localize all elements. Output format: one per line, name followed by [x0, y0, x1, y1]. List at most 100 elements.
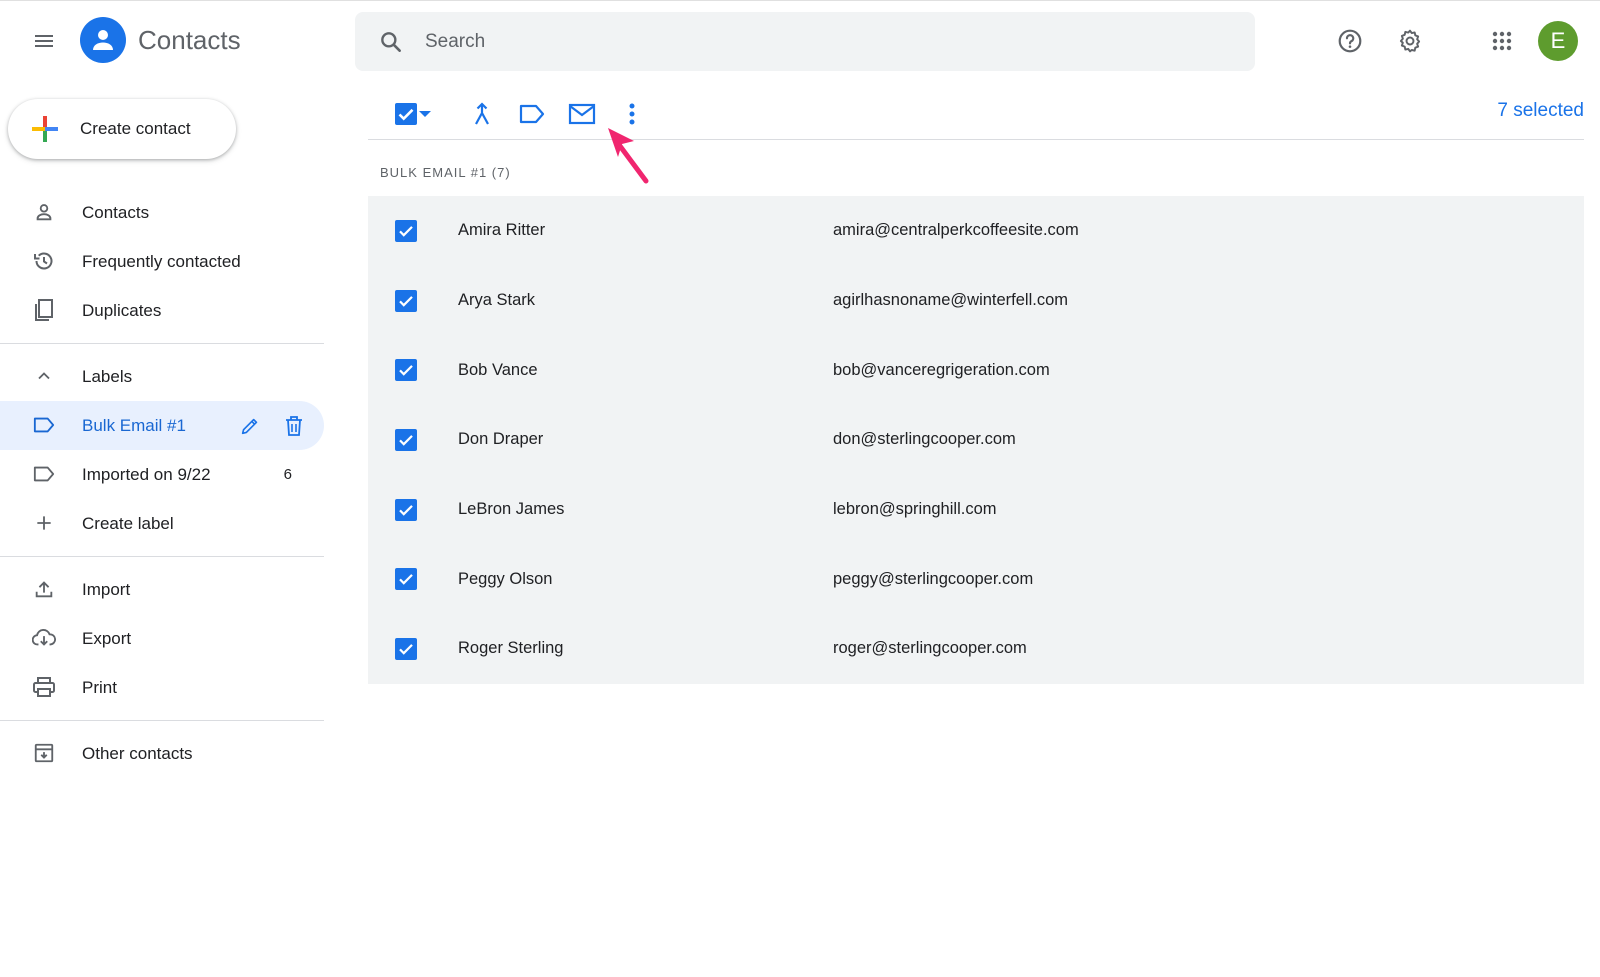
- sidebar-item-export[interactable]: Export: [0, 614, 324, 663]
- manage-labels-button[interactable]: [514, 96, 550, 132]
- more-vert-icon: [629, 103, 635, 125]
- sidebar-item-label: Print: [82, 677, 117, 697]
- contact-email: don@sterlingcooper.com: [833, 430, 1016, 449]
- labels-section-toggle[interactable]: Labels: [0, 352, 324, 401]
- search-input[interactable]: [425, 30, 1185, 53]
- label-actions: [236, 412, 308, 440]
- top-bar: Contacts E: [0, 0, 1600, 80]
- app-brand[interactable]: Contacts: [80, 17, 241, 63]
- row-checkbox[interactable]: [395, 219, 417, 242]
- colorful-plus-icon: [30, 114, 60, 144]
- pencil-icon: [241, 418, 258, 434]
- search-bar[interactable]: [355, 12, 1255, 71]
- sidebar-item-import[interactable]: Import: [0, 565, 324, 614]
- delete-label-button[interactable]: [280, 412, 308, 440]
- sidebar-item-bulk-email-1[interactable]: Bulk Email #1: [0, 401, 324, 450]
- contact-list: Amira Ritter amira@centralperkcoffeesite…: [368, 196, 1584, 684]
- history-icon: [32, 249, 56, 273]
- sidebar-item-create-label[interactable]: Create label: [0, 499, 324, 548]
- settings-button[interactable]: [1390, 21, 1430, 61]
- search-icon[interactable]: [377, 28, 405, 56]
- selected-count: 7 selected: [1497, 100, 1584, 121]
- contact-email: bob@vanceregrigeration.com: [833, 360, 1050, 379]
- labels-header: Labels: [82, 366, 133, 386]
- row-checkbox[interactable]: [395, 568, 417, 591]
- row-checkbox[interactable]: [395, 637, 417, 660]
- sidebar-item-label: Import: [82, 579, 131, 599]
- select-options-dropdown[interactable]: [412, 96, 438, 132]
- menu-icon: [35, 35, 53, 47]
- contact-name: Amira Ritter: [458, 221, 546, 240]
- row-checkbox[interactable]: [395, 498, 417, 521]
- sidebar-item-label: Contacts: [82, 202, 150, 222]
- table-row[interactable]: Amira Ritter amira@centralperkcoffeesite…: [368, 196, 1584, 266]
- merge-button[interactable]: [464, 96, 500, 132]
- sidebar-item-contacts[interactable]: Contacts: [0, 188, 324, 237]
- row-checkbox[interactable]: [395, 428, 417, 451]
- send-email-button[interactable]: [564, 96, 600, 132]
- selection-toolbar: 7 selected: [368, 88, 1584, 140]
- cloud-download-icon: [32, 626, 56, 650]
- create-contact-label: Create contact: [80, 119, 191, 138]
- sidebar-divider: [0, 343, 324, 344]
- edit-label-button[interactable]: [236, 412, 264, 440]
- account-avatar[interactable]: E: [1538, 21, 1578, 61]
- row-checkbox[interactable]: [395, 359, 417, 382]
- apps-grid-icon: [1492, 31, 1512, 51]
- archive-icon: [32, 741, 56, 765]
- annotation-arrow-icon: [608, 128, 649, 184]
- contact-name: Roger Sterling: [458, 639, 564, 658]
- sidebar-item-label: Create label: [82, 513, 174, 533]
- label-icon: [32, 462, 56, 486]
- contact-email: lebron@springhill.com: [833, 500, 997, 519]
- sidebar-item-frequently-contacted[interactable]: Frequently contacted: [0, 237, 324, 286]
- app-title: Contacts: [138, 24, 241, 55]
- sidebar-item-label: Duplicates: [82, 300, 162, 320]
- sidebar-item-label: Bulk Email #1: [82, 415, 186, 435]
- plus-icon: [32, 511, 56, 535]
- checkmark-icon: [399, 225, 413, 237]
- table-row[interactable]: Don Draper don@sterlingcooper.com: [368, 405, 1584, 475]
- checkmark-icon: [399, 574, 413, 585]
- contact-name: Don Draper: [458, 430, 544, 449]
- main-menu-button[interactable]: [24, 21, 64, 61]
- sidebar-divider: [0, 556, 324, 557]
- label-count: 6: [283, 466, 292, 483]
- print-icon: [32, 675, 56, 699]
- sidebar-item-label: Other contacts: [82, 743, 193, 763]
- contact-name: Arya Stark: [458, 291, 536, 310]
- contact-email: roger@sterlingcooper.com: [833, 639, 1027, 658]
- person-icon: [32, 200, 56, 224]
- sidebar-item-label: Export: [82, 628, 132, 648]
- contact-email: peggy@sterlingcooper.com: [833, 569, 1034, 588]
- merge-icon: [475, 102, 489, 125]
- sidebar-item-duplicates[interactable]: Duplicates: [0, 286, 324, 335]
- sidebar: Contacts Frequently contacted Duplicates…: [0, 188, 324, 778]
- trash-icon: [286, 415, 302, 436]
- email-icon: [568, 103, 596, 125]
- sidebar-item-imported-on-9-22[interactable]: Imported on 9/22 6: [0, 450, 324, 499]
- help-button[interactable]: [1330, 21, 1370, 61]
- row-checkbox[interactable]: [395, 289, 417, 312]
- table-row[interactable]: Roger Sterling roger@sterlingcooper.com: [368, 614, 1584, 684]
- sidebar-item-other-contacts[interactable]: Other contacts: [0, 729, 324, 778]
- apps-button[interactable]: [1482, 21, 1522, 61]
- sidebar-divider: [0, 720, 324, 721]
- table-row[interactable]: Peggy Olson peggy@sterlingcooper.com: [368, 544, 1584, 614]
- checkmark-icon: [399, 365, 413, 376]
- sidebar-item-label: Imported on 9/22: [82, 464, 211, 484]
- duplicates-icon: [32, 298, 56, 322]
- chevron-up-icon: [32, 364, 56, 388]
- create-contact-button[interactable]: Create contact: [8, 99, 236, 159]
- group-header: BULK EMAIL #1 (7): [380, 165, 511, 180]
- settings-icon: [1399, 29, 1421, 53]
- table-row[interactable]: Arya Stark agirlhasnoname@winterfell.com: [368, 266, 1584, 336]
- label-icon: [519, 104, 545, 124]
- sidebar-item-print[interactable]: Print: [0, 663, 324, 712]
- checkmark-icon: [399, 434, 413, 446]
- contact-name: LeBron James: [458, 500, 565, 519]
- contacts-logo-icon: [80, 17, 126, 63]
- table-row[interactable]: LeBron James lebron@springhill.com: [368, 475, 1584, 545]
- table-row[interactable]: Bob Vance bob@vanceregrigeration.com: [368, 335, 1584, 405]
- checkmark-icon: [399, 504, 413, 516]
